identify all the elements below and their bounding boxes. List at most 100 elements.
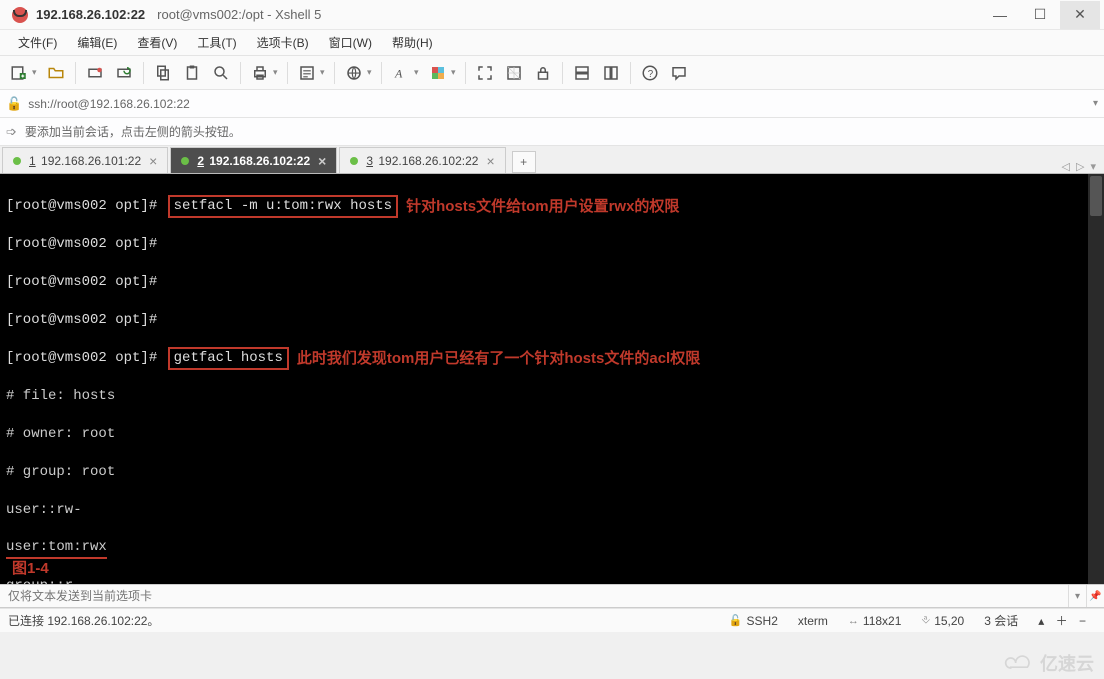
window-title-sub: root@vms002:/opt - Xshell 5 [157,7,321,22]
hint-bar: ➩ 要添加当前会话，点击左侧的箭头按钮。 [0,118,1104,146]
prompt: [root@vms002 opt]# [6,349,157,368]
tab-number: 2 [197,154,204,168]
menu-window[interactable]: 窗口(W) [321,30,380,55]
terminal-output: user::rw- [6,501,82,520]
app-icon [12,7,28,23]
status-sessions: 3 会话 [974,612,1028,629]
session-tab-2[interactable]: 2 192.168.26.102:22 × [170,147,337,173]
tab-label: 192.168.26.102:22 [209,154,310,168]
menu-tabs[interactable]: 选项卡(B) [249,30,317,55]
tile-horizontal-icon[interactable] [569,60,595,86]
font-icon[interactable]: A [388,60,414,86]
dropdown-icon[interactable]: ▾ [32,67,40,78]
tab-nav: ◁ ▷ ▾ [1062,160,1104,173]
figure-label: 图1-4 [12,559,49,578]
status-size: 118x21 [863,614,901,628]
separator [240,62,241,84]
chevron-up-icon[interactable]: ▴ [1038,614,1044,628]
menu-tools[interactable]: 工具(T) [189,30,244,55]
dropdown-icon[interactable]: ▾ [273,67,281,78]
minus-icon[interactable]: − [1079,614,1086,628]
dropdown-icon[interactable]: ▾ [414,67,422,78]
close-tab-icon[interactable]: × [141,153,157,169]
prompt: [root@vms002 opt]# [6,197,157,216]
comment-icon[interactable] [666,60,692,86]
tab-list-icon[interactable]: ▾ [1090,160,1096,173]
close-button[interactable]: ✕ [1060,1,1100,29]
status-dot-icon [350,157,358,165]
separator [143,62,144,84]
dropdown-icon[interactable]: ▾ [1093,98,1098,109]
menu-file[interactable]: 文件(F) [10,30,65,55]
tab-number: 3 [366,154,373,168]
terminal-output-highlight: user:tom:rwx [6,538,107,559]
separator [630,62,631,84]
toolbar: ▾ ▾ ▾ ▾ A ▾ ▾ ? [0,56,1104,90]
annotation-1: 针对hosts文件给tom用户设置rwx的权限 [406,197,679,216]
prompt: [root@vms002 opt]# [6,273,157,292]
properties-icon[interactable] [294,60,320,86]
separator [334,62,335,84]
terminal-output: # file: hosts [6,387,115,406]
hint-text: 要添加当前会话，点击左侧的箭头按钮。 [25,123,241,140]
open-folder-icon[interactable] [43,60,69,86]
window-controls: — ☐ ✕ [980,1,1100,29]
tab-prev-icon[interactable]: ◁ [1062,160,1070,173]
menu-edit[interactable]: 编辑(E) [69,30,125,55]
terminal[interactable]: [root@vms002 opt]# setfacl -m u:tom:rwx … [0,174,1104,584]
terminal-scrollbar[interactable] [1088,174,1104,584]
minimize-button[interactable]: — [980,1,1020,29]
watermark: 亿速云 [1002,650,1094,676]
copy-icon[interactable] [150,60,176,86]
fullscreen-icon[interactable] [472,60,498,86]
tab-label: 192.168.26.102:22 [378,154,478,168]
tab-number: 1 [29,154,36,168]
send-pin-icon[interactable]: 📌 [1086,585,1104,607]
lock-icon[interactable] [530,60,556,86]
tab-label: 192.168.26.101:22 [41,154,141,168]
maximize-button[interactable]: ☐ [1020,1,1060,29]
close-tab-icon[interactable]: × [478,153,494,169]
terminal-output: # group: root [6,463,115,482]
plus-icon[interactable]: ＋ [1056,612,1068,629]
separator [465,62,466,84]
print-icon[interactable] [247,60,273,86]
scrollbar-thumb[interactable] [1090,176,1102,216]
annotation-2: 此时我们发现tom用户已经有了一个针对hosts文件的acl权限 [297,349,700,368]
send-target-dropdown[interactable]: ▾ [1068,585,1086,607]
separator [562,62,563,84]
find-icon[interactable] [208,60,234,86]
new-session-icon[interactable] [6,60,32,86]
session-tab-3[interactable]: 3 192.168.26.102:22 × [339,147,505,173]
dropdown-icon[interactable]: ▾ [451,67,459,78]
menu-view[interactable]: 查看(V) [129,30,185,55]
terminal-output: group::r-- [6,577,90,584]
close-tab-icon[interactable]: × [310,153,326,169]
color-scheme-icon[interactable] [425,60,451,86]
prompt: [root@vms002 opt]# [6,311,157,330]
reconnect-icon[interactable] [111,60,137,86]
address-bar[interactable]: 🔓 ssh://root@192.168.26.102:22 ▾ [0,90,1104,118]
status-connection: 已连接 192.168.26.102:22。 [8,612,159,629]
help-icon[interactable]: ? [637,60,663,86]
transparency-icon[interactable] [501,60,527,86]
send-bar: ▾ 📌 [0,584,1104,608]
new-tab-button[interactable]: + [512,151,536,173]
tab-next-icon[interactable]: ▷ [1076,160,1084,173]
command-setfacl: setfacl -m u:tom:rwx hosts [168,195,398,218]
globe-icon[interactable] [341,60,367,86]
add-session-arrow-icon[interactable]: ➩ [6,124,17,140]
disconnect-icon[interactable] [82,60,108,86]
svg-text:A: A [394,66,403,80]
command-getfacl: getfacl hosts [168,347,289,370]
tile-vertical-icon[interactable] [598,60,624,86]
paste-icon[interactable] [179,60,205,86]
menu-help[interactable]: 帮助(H) [384,30,441,55]
dropdown-icon[interactable]: ▾ [320,67,328,78]
send-input[interactable] [0,589,1068,603]
address-url: ssh://root@192.168.26.102:22 [28,97,1093,111]
session-tab-1[interactable]: 1 192.168.26.101:22 × [2,147,168,173]
dropdown-icon[interactable]: ▾ [367,67,375,78]
watermark-text: 亿速云 [1040,650,1094,676]
session-tabbar: 1 192.168.26.101:22 × 2 192.168.26.102:2… [0,146,1104,174]
